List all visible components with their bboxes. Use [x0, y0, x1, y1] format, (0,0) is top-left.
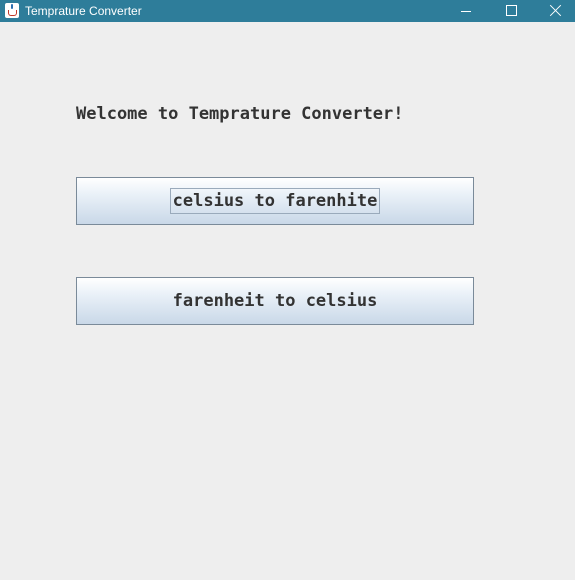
celsius-to-fahrenheit-button[interactable]: celsius to farenhite	[76, 177, 474, 225]
minimize-icon	[461, 11, 471, 12]
fahrenheit-to-celsius-label: farenheit to celsius	[172, 291, 378, 311]
fahrenheit-to-celsius-button[interactable]: farenheit to celsius	[76, 277, 474, 325]
maximize-icon	[506, 5, 517, 16]
close-button[interactable]	[533, 0, 575, 22]
minimize-button[interactable]	[443, 0, 489, 22]
java-cup-icon	[5, 3, 19, 18]
maximize-button[interactable]	[489, 0, 535, 22]
welcome-label: Welcome to Temprature Converter!	[76, 104, 404, 124]
celsius-to-fahrenheit-label: celsius to farenhite	[169, 188, 381, 214]
close-icon	[549, 4, 563, 18]
title-bar[interactable]: Temprature Converter	[0, 0, 575, 22]
app-window: Temprature Converter Welcome to Tempratu…	[0, 0, 575, 580]
window-title: Temprature Converter	[25, 4, 142, 18]
